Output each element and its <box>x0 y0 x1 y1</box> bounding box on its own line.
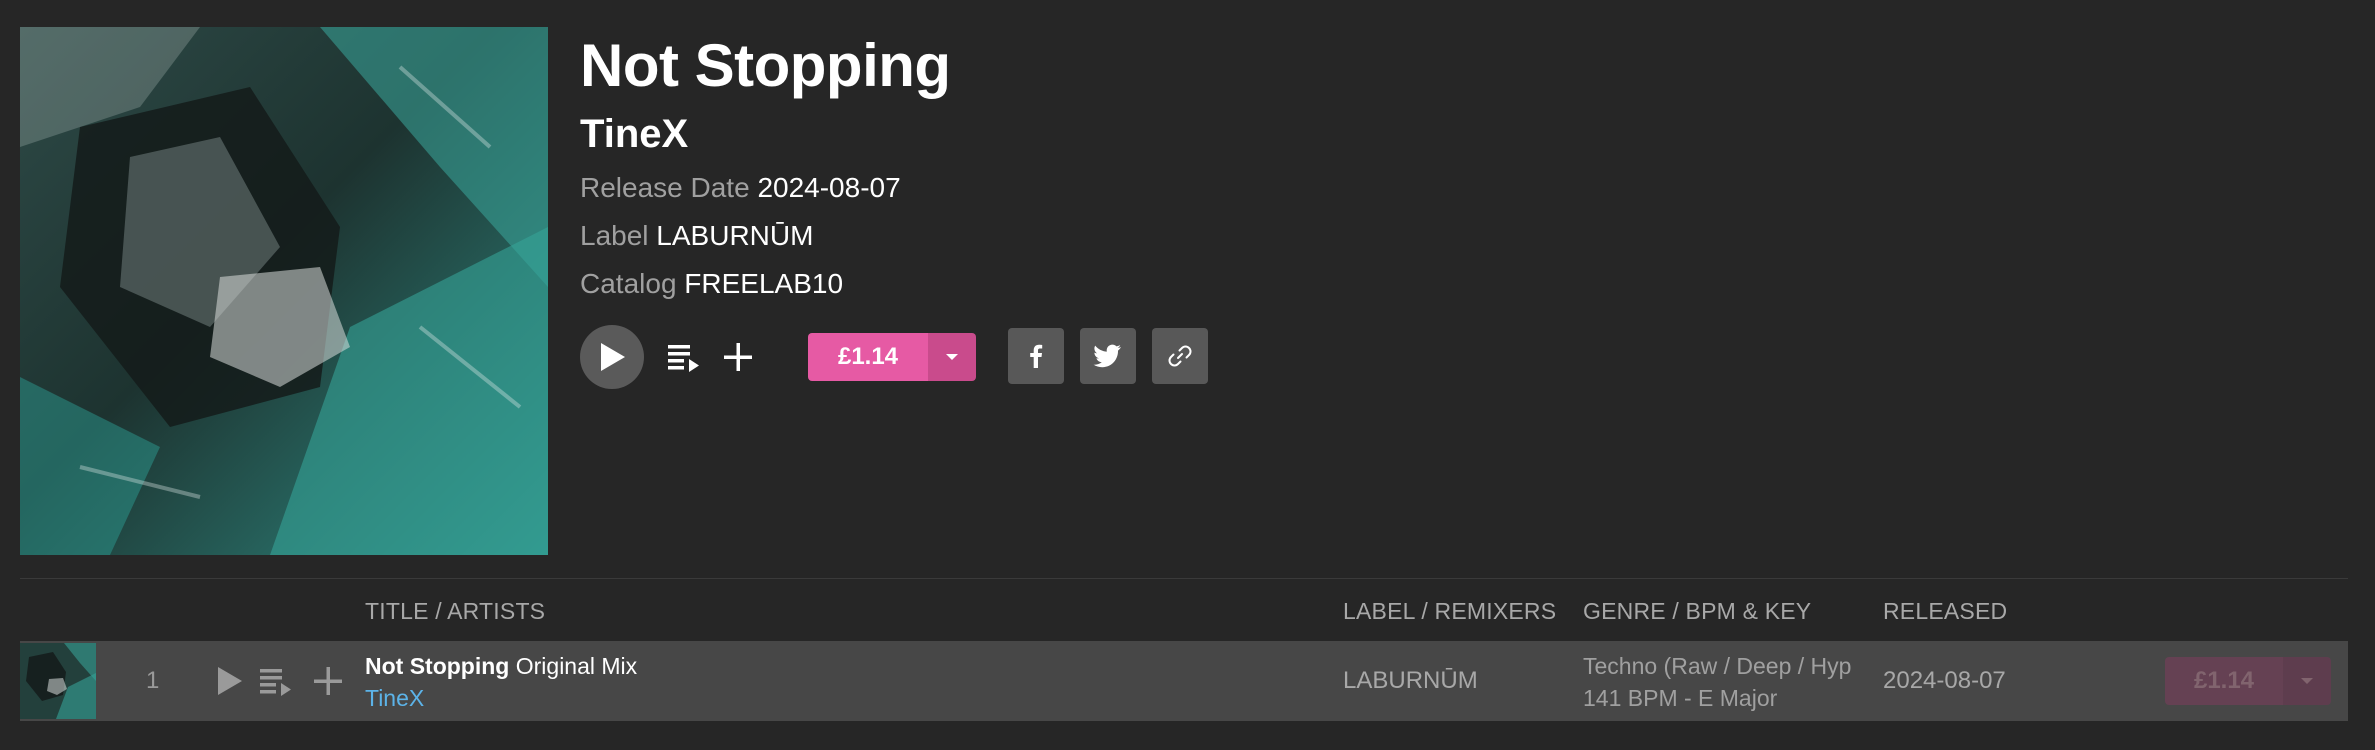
release-date-label: Release Date <box>580 172 750 203</box>
track-number: 1 <box>146 667 160 694</box>
link-icon <box>1168 345 1192 367</box>
catalog-label: Catalog <box>580 268 677 299</box>
header-genre-bpm-key: GENRE / BPM & KEY <box>1583 598 1812 624</box>
chevron-down-icon <box>2301 678 2313 684</box>
header-title-artists: TITLE / ARTISTS <box>365 598 546 624</box>
queue-icon <box>668 345 699 372</box>
copy-link-button[interactable] <box>1152 328 1208 384</box>
album-cover <box>20 27 548 555</box>
track-title-name: Not Stopping <box>365 653 510 679</box>
track-title[interactable]: Not Stopping Original Mix <box>365 653 637 680</box>
track-mix-name: Original Mix <box>515 653 638 679</box>
share-facebook-button[interactable] <box>1008 328 1064 384</box>
play-track-button[interactable] <box>208 661 248 701</box>
release-actions: £1.14 <box>580 325 1220 389</box>
chevron-down-icon <box>946 354 958 360</box>
track-label-link[interactable]: LABURNŪM <box>1343 667 1478 695</box>
add-to-playlist-button[interactable] <box>720 339 756 375</box>
track-bpm-key: 141 BPM - E Major <box>1583 685 1778 711</box>
share-twitter-button[interactable] <box>1080 328 1136 384</box>
catalog-value: FREELAB10 <box>684 268 844 299</box>
release-date-row: Release Date 2024-08-07 <box>580 170 951 206</box>
track-add-to-queue-button[interactable] <box>258 663 294 699</box>
track-artist-link[interactable]: TineX <box>365 685 424 712</box>
track-buy-group: £1.14 <box>2165 657 2331 705</box>
plus-icon <box>314 667 342 695</box>
play-icon <box>601 343 625 371</box>
track-artwork <box>20 643 96 719</box>
track-buy-button[interactable]: £1.14 <box>2165 657 2283 705</box>
release-title: Not Stopping <box>580 32 951 99</box>
queue-icon <box>260 669 291 696</box>
catalog-row: Catalog FREELAB10 <box>580 266 951 302</box>
label-row: Label LABURNŪM <box>580 218 951 254</box>
section-divider <box>20 578 2348 579</box>
track-genre-link[interactable]: Techno (Raw / Deep / Hypnotic) <box>1583 653 1853 680</box>
header-released: RELEASED <box>1883 598 2008 624</box>
release-date-value: 2024-08-07 <box>757 172 901 203</box>
label-label: Label <box>580 220 649 251</box>
buy-release-button[interactable]: £1.14 <box>808 333 928 381</box>
play-icon <box>218 667 242 695</box>
track-add-to-playlist-button[interactable] <box>310 663 346 699</box>
release-artist[interactable]: TineX <box>580 110 951 158</box>
release-info: Not Stopping TineX Release Date 2024-08-… <box>580 30 951 302</box>
track-row[interactable]: 1 Not Stopping Original Mix TineX LABURN… <box>20 641 2348 721</box>
plus-icon <box>724 343 752 371</box>
label-value[interactable]: LABURNŪM <box>656 220 813 251</box>
twitter-icon <box>1093 344 1121 368</box>
header-label-remixers: LABEL / REMIXERS <box>1343 598 1557 624</box>
play-release-button[interactable] <box>580 325 644 389</box>
facebook-icon <box>1030 344 1043 368</box>
buy-options-dropdown[interactable] <box>928 333 976 381</box>
track-release-date: 2024-08-07 <box>1883 667 2006 694</box>
add-to-queue-button[interactable] <box>666 339 702 375</box>
track-buy-options-dropdown[interactable] <box>2283 657 2331 705</box>
buy-release-group: £1.14 <box>808 333 976 381</box>
